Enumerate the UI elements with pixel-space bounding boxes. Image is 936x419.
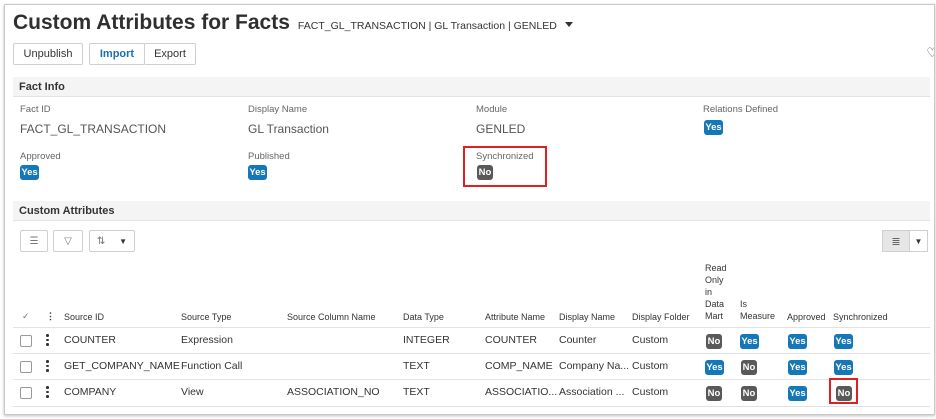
is-measure-badge: No [741, 386, 757, 401]
col-approved[interactable]: Approved [787, 311, 826, 323]
cell-data-type: TEXT [403, 386, 430, 398]
col-read-only-line: Only [705, 275, 724, 285]
module-label: Module [476, 104, 508, 115]
cell-attribute-name: COUNTER [485, 334, 537, 346]
col-select-all[interactable]: ✓ [22, 310, 30, 322]
synchronized-badge: No [836, 386, 852, 401]
is-measure-badge: Yes [740, 334, 759, 349]
cell-source-id: GET_COMPANY_NAME [64, 360, 180, 372]
cell-display-name: Counter [559, 334, 597, 346]
col-read-only-line: Data [705, 299, 725, 309]
read-only-badge: No [706, 334, 722, 349]
page-subtitle: FACT_GL_TRANSACTION | GL Transaction | G… [297, 20, 557, 32]
list-view-button[interactable]: ☰ [20, 230, 48, 252]
table-view-icon[interactable]: ≣ [882, 230, 910, 252]
cell-data-type: INTEGER [403, 334, 450, 346]
cell-data-type: TEXT [403, 360, 430, 372]
fact-id-value: FACT_GL_TRANSACTION [20, 122, 167, 136]
filter-icon: ▽ [64, 235, 72, 247]
cell-display-folder: Custom [632, 360, 669, 372]
import-button[interactable]: Import [89, 43, 145, 65]
fact-info-header: Fact Info [13, 77, 930, 97]
custom-attributes-page: Custom Attributes for Facts FACT_GL_TRAN… [4, 4, 935, 415]
cell-source-column: ASSOCIATION_NO [287, 386, 380, 398]
read-only-badge: Yes [705, 360, 724, 375]
cell-attribute-name: COMP_NAME [485, 360, 553, 372]
synchronized-badge: Yes [834, 360, 853, 375]
cell-source-id: COUNTER [64, 334, 116, 346]
col-display-name[interactable]: Display Name [559, 311, 615, 323]
is-measure-badge: No [741, 360, 757, 375]
divider [13, 406, 930, 407]
col-source-id[interactable]: Source ID [64, 311, 104, 323]
view-switcher[interactable]: ≣ ▼ [882, 230, 928, 252]
col-synchronized[interactable]: Synchronized [833, 311, 888, 323]
display-name-value: GL Transaction [248, 122, 329, 136]
col-menu-icon[interactable]: ⋮ [46, 310, 55, 322]
approved-badge: Yes [788, 360, 807, 375]
heart-icon[interactable]: ♡ [926, 45, 934, 61]
cell-display-folder: Custom [632, 386, 669, 398]
divider [13, 353, 930, 354]
display-name-label: Display Name [248, 104, 308, 115]
relations-defined-label: Relations Defined [703, 104, 778, 115]
divider [13, 327, 930, 328]
col-is-measure-line: Is [740, 299, 748, 309]
approved-badge: Yes [788, 334, 807, 349]
sort-menu-button[interactable]: ⇅ ▼ [89, 230, 135, 252]
sort-icon: ⇅ [96, 235, 106, 247]
module-value: GENLED [476, 122, 526, 136]
col-is-measure[interactable]: Is Measure [740, 298, 775, 322]
row-menu-icon[interactable] [46, 360, 49, 374]
custom-attributes-header: Custom Attributes [13, 201, 930, 221]
col-read-only[interactable]: Read Only in Data Mart [705, 262, 727, 322]
col-is-measure-line: Measure [740, 311, 776, 321]
published-label: Published [248, 151, 290, 162]
chevron-down-icon[interactable]: ▼ [910, 230, 928, 252]
col-data-type[interactable]: Data Type [403, 311, 444, 323]
cell-display-folder: Custom [632, 334, 669, 346]
chevron-down-icon: ▼ [119, 236, 128, 246]
cell-display-name: Association ... [559, 386, 625, 398]
export-button[interactable]: Export [144, 43, 196, 65]
approved-badge: Yes [788, 386, 807, 401]
list-icon: ☰ [29, 235, 39, 247]
col-source-column-name[interactable]: Source Column Name [287, 311, 376, 323]
filter-button[interactable]: ▽ [53, 230, 83, 252]
col-read-only-line: Read [705, 263, 727, 273]
chevron-down-icon[interactable] [564, 22, 573, 27]
synchronized-badge: No [477, 165, 493, 180]
page-title: Custom Attributes for Facts [13, 11, 290, 34]
approved-badge: Yes [20, 165, 39, 180]
page-header: Custom Attributes for Facts FACT_GL_TRAN… [13, 11, 573, 41]
fact-id-label: Fact ID [20, 104, 51, 115]
relations-defined-badge: Yes [704, 120, 723, 135]
cell-source-type: View [181, 386, 204, 398]
col-read-only-line: in [705, 287, 713, 297]
row-menu-icon[interactable] [46, 334, 49, 348]
read-only-badge: No [706, 386, 722, 401]
row-menu-icon[interactable] [46, 386, 49, 400]
row-checkbox[interactable] [20, 387, 32, 399]
row-checkbox[interactable] [20, 361, 32, 373]
col-read-only-line: Mart [705, 311, 723, 321]
divider [13, 379, 930, 380]
col-source-type[interactable]: Source Type [181, 311, 231, 323]
cell-attribute-name: ASSOCIATIO... [485, 386, 558, 398]
col-display-folder[interactable]: Display Folder [632, 311, 690, 323]
approved-label: Approved [20, 151, 61, 162]
cell-source-type: Expression [181, 334, 233, 346]
cell-display-name: Company Na... [559, 360, 630, 372]
unpublish-button[interactable]: Unpublish [13, 43, 83, 65]
synchronized-label: Synchronized [476, 151, 534, 162]
col-attribute-name[interactable]: Attribute Name [485, 311, 545, 323]
cell-source-type: Function Call [181, 360, 243, 372]
synchronized-badge: Yes [834, 334, 853, 349]
row-checkbox[interactable] [20, 335, 32, 347]
published-badge: Yes [248, 165, 267, 180]
cell-source-id: COMPANY [64, 386, 117, 398]
